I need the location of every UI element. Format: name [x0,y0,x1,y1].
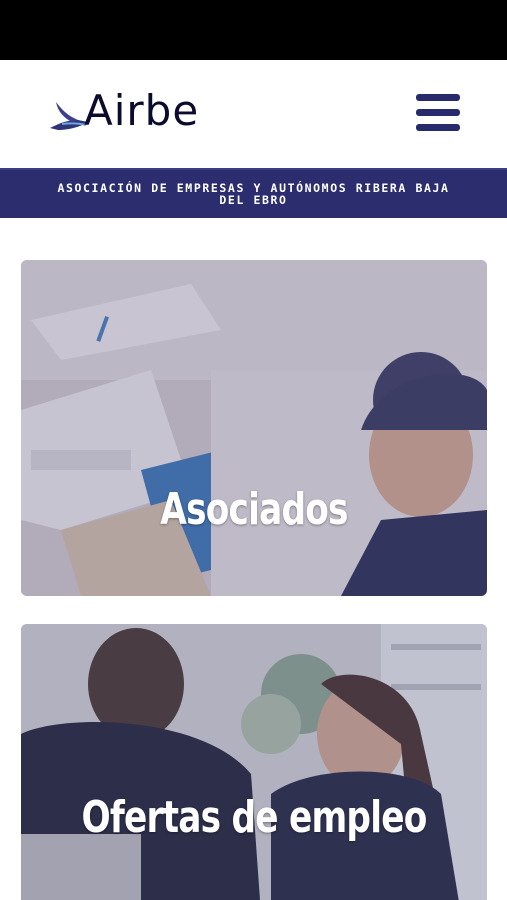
site-header: Airbe [0,60,507,168]
association-banner: ASOCIACIÓN DE EMPRESAS Y AUTÓNOMOS RIBER… [0,168,507,218]
menu-bar-top [416,94,460,101]
menu-bar-bottom [416,124,460,131]
banner-text: ASOCIACIÓN DE EMPRESAS Y AUTÓNOMOS RIBER… [57,181,450,207]
menu-bar-middle [416,109,460,116]
card-asociados[interactable]: Asociados [21,260,487,596]
card-overlay [21,624,487,900]
status-bar [0,0,507,60]
airbe-logo[interactable]: Airbe [48,86,218,138]
card-title-asociados: Asociados [160,484,348,535]
hamburger-menu-icon[interactable] [414,92,462,136]
card-overlay [21,260,487,596]
card-title-ofertas-de-empleo: Ofertas de empleo [81,792,427,843]
card-ofertas-de-empleo[interactable]: Ofertas de empleo [21,624,487,900]
logo-text: Airbe [84,86,200,135]
